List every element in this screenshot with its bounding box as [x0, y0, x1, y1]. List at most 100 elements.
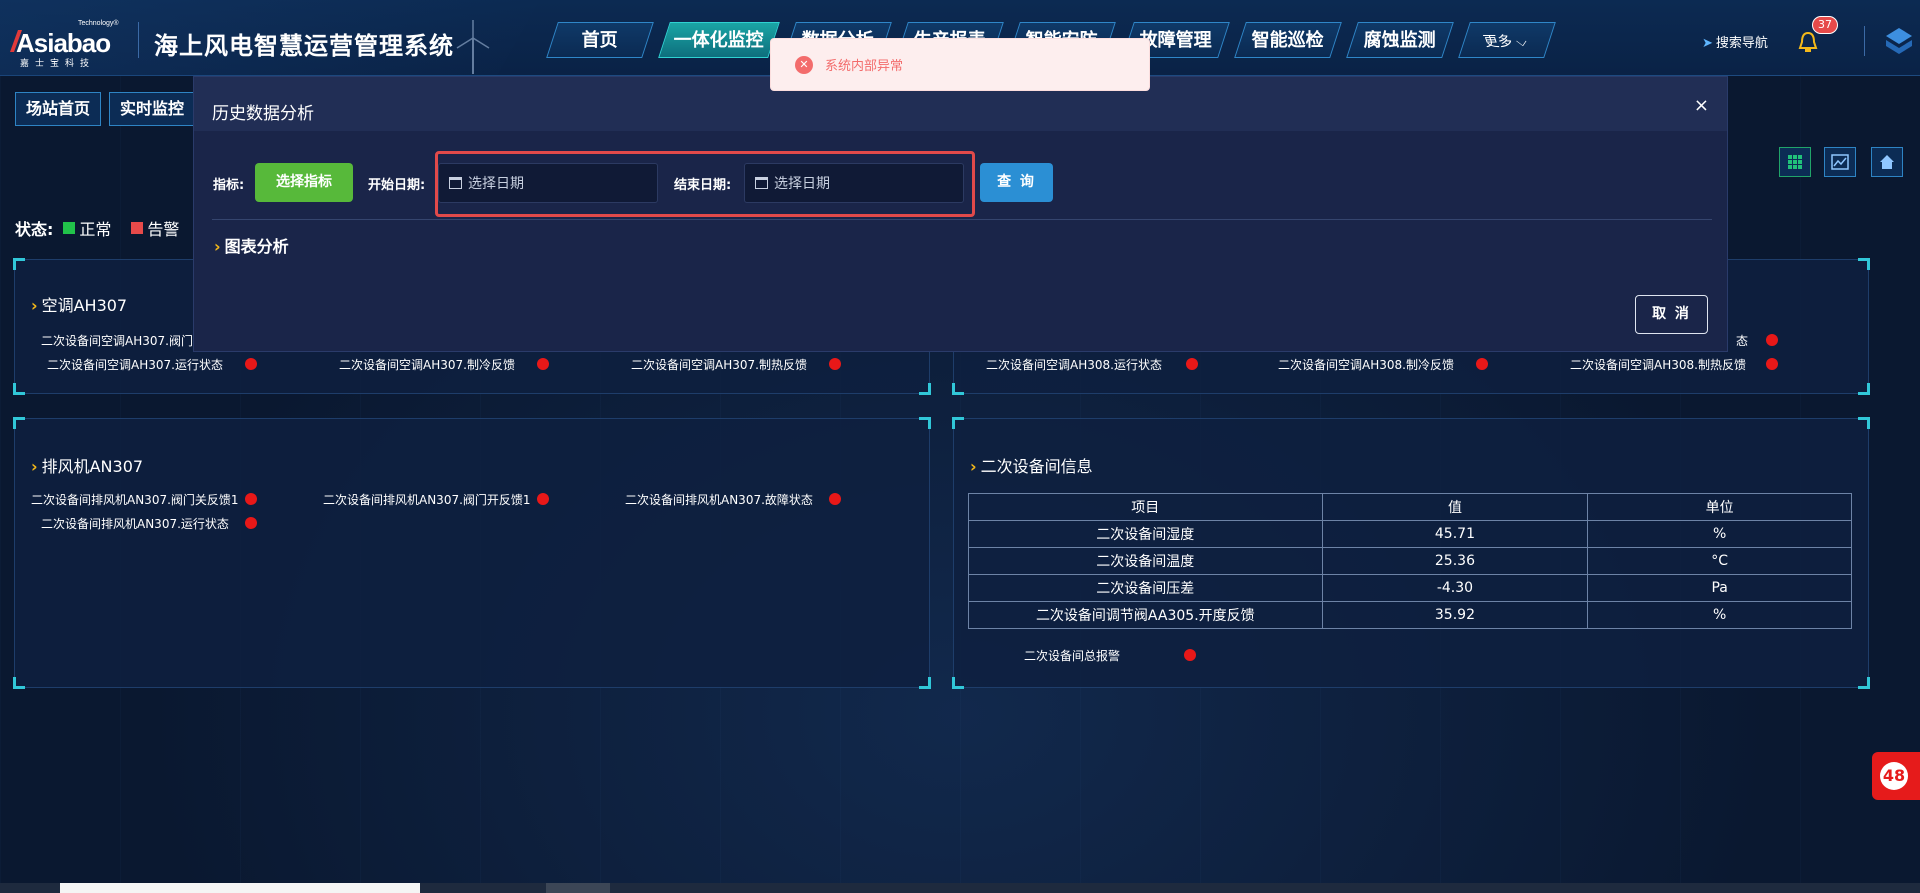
- panel-corner: [919, 417, 931, 429]
- chevron-right-icon: ›: [31, 457, 38, 476]
- header-separator-right: [1864, 26, 1865, 56]
- status-dot: [537, 493, 549, 505]
- point-label: 二次设备间排风机AN307.阀门关反馈1: [31, 493, 239, 507]
- user-avatar-icon[interactable]: [1884, 26, 1914, 58]
- system-title: 海上风电智慧运营管理系统: [154, 32, 454, 60]
- nav-smart-inspection[interactable]: 智能巡检: [1234, 22, 1342, 58]
- alarm-bell-icon[interactable]: [1796, 30, 1820, 54]
- table-cell: Pa: [1587, 574, 1852, 602]
- point-label: 二次设备间排风机AN307.运行状态: [41, 517, 229, 531]
- search-nav-label: 搜索导航: [1715, 36, 1768, 51]
- status-label: 状态:: [15, 220, 54, 239]
- subtab-realtime-monitoring[interactable]: 实时监控: [109, 92, 196, 126]
- panel-title: › 二次设备间信息: [970, 457, 1093, 476]
- normal-status-label: 正常: [79, 220, 112, 239]
- floating-alarm-count: 48: [1880, 762, 1908, 790]
- nav-home[interactable]: 首页: [546, 22, 654, 58]
- table-cell: °C: [1587, 547, 1852, 575]
- nav-more[interactable]: 更多 ⌵: [1458, 22, 1556, 58]
- panel-title: › 空调AH307: [31, 296, 128, 315]
- point-label: 二次设备间排风机AN307.故障状态: [625, 493, 813, 507]
- point-label: 二次设备间空调AH307.制冷反馈: [339, 358, 515, 372]
- logo-brand: Asiabao: [16, 28, 111, 58]
- table-cell: %: [1587, 601, 1852, 629]
- panel-corner: [919, 383, 931, 395]
- status-dot: [829, 493, 841, 505]
- taskbar-window: [546, 883, 610, 893]
- panel-corner: [952, 417, 964, 429]
- history-analysis-dialog: 历史数据分析 × 指标: 选择指标 开始日期: 选择日期 结束日期: 选择日期 …: [193, 76, 1728, 352]
- normal-status-swatch: [63, 222, 76, 234]
- subtab-station-home[interactable]: 场站首页: [15, 92, 102, 126]
- table-cell: 45.71: [1321, 520, 1589, 548]
- wind-turbine-icon: [456, 20, 490, 74]
- point-label: 二次设备间空调AH308.制冷反馈: [1278, 358, 1454, 372]
- panel-an307: › 排风机AN307 二次设备间排风机AN307.阀门关反馈1 二次设备间排风机A…: [13, 417, 931, 689]
- status-dot: [245, 517, 257, 529]
- point-label: 二次设备间空调AH307.阀门开: [41, 334, 205, 348]
- nav-corrosion-monitoring[interactable]: 腐蚀监测: [1346, 22, 1454, 58]
- grid-icon: [1788, 155, 1802, 169]
- panel-corner: [13, 677, 25, 689]
- toast-message: 系统内部异常: [825, 59, 904, 74]
- header-separator: [138, 22, 139, 58]
- query-button[interactable]: 查 询: [980, 163, 1053, 202]
- status-dot: [245, 493, 257, 505]
- alarm-status-label: 告警: [147, 220, 180, 239]
- panel-corner: [919, 677, 931, 689]
- table-cell: 二次设备间调节阀AA305.开度反馈: [968, 601, 1323, 629]
- date-range-highlight: [435, 151, 975, 217]
- panel-corner: [1858, 677, 1870, 689]
- select-indicator-button[interactable]: 选择指标: [255, 163, 353, 202]
- logo-brand-cn: 嘉士宝科技: [20, 59, 96, 69]
- info-table: 项目 值 单位 二次设备间湿度 45.71 % 二次设备间温度 25.36 °C…: [968, 493, 1852, 629]
- alarm-status-swatch: [131, 222, 144, 234]
- table-cell: 35.92: [1321, 601, 1589, 629]
- status-dot: [1184, 649, 1196, 661]
- close-icon[interactable]: ×: [1694, 95, 1709, 116]
- table-cell: -4.30: [1321, 574, 1589, 602]
- panel-corner: [13, 383, 25, 395]
- point-label: 二次设备间空调AH308.运行状态: [986, 358, 1162, 372]
- start-date-label: 开始日期:: [368, 178, 426, 193]
- indicator-label: 指标:: [213, 178, 245, 193]
- status-dot: [1766, 358, 1778, 370]
- paper-plane-icon: ➤: [1702, 36, 1713, 51]
- floating-alarm-button[interactable]: 48: [1872, 752, 1920, 800]
- column-header: 值: [1321, 493, 1589, 521]
- panel-corner: [1858, 258, 1870, 270]
- status-legend: 状态: 正常 告警: [15, 216, 179, 240]
- panel-title: › 排风机AN307: [31, 457, 144, 476]
- dialog-title: 历史数据分析: [212, 104, 314, 124]
- taskbar-window: [60, 883, 420, 893]
- table-header-row: 项目 值 单位: [968, 493, 1852, 521]
- error-toast: ✕ 系统内部异常: [770, 38, 1150, 91]
- cancel-button[interactable]: 取 消: [1635, 295, 1708, 334]
- line-chart-icon: [1831, 154, 1849, 170]
- panel-room-info: › 二次设备间信息 项目 值 单位 二次设备间湿度 45.71 % 二次设备间温度…: [952, 417, 1870, 689]
- point-label: 二次设备间排风机AN307.阀门开反馈1: [323, 493, 531, 507]
- table-cell: 二次设备间湿度: [968, 520, 1323, 548]
- panel-corner: [1858, 383, 1870, 395]
- nav-integrated-monitoring[interactable]: 一体化监控: [658, 22, 780, 58]
- chart-view-button[interactable]: [1824, 147, 1856, 177]
- home-view-button[interactable]: [1871, 147, 1903, 177]
- status-dot: [829, 358, 841, 370]
- grid-view-button[interactable]: [1779, 147, 1811, 177]
- alarm-count-badge: 37: [1812, 16, 1838, 34]
- status-dot: [1766, 334, 1778, 346]
- search-nav-link[interactable]: ➤ 搜索导航: [1702, 32, 1768, 51]
- panel-corner: [952, 383, 964, 395]
- point-label: 二次设备间空调AH307.运行状态: [47, 358, 223, 372]
- logo: Technology® Asiabao 嘉士宝科技: [9, 16, 124, 69]
- status-dot: [537, 358, 549, 370]
- point-label: 二次设备间空调AH308.制热反馈: [1570, 358, 1746, 372]
- table-row: 二次设备间温度 25.36 °C: [968, 547, 1852, 575]
- error-icon: ✕: [795, 55, 813, 74]
- total-alarm-label: 二次设备间总报警: [1024, 649, 1121, 663]
- logo-tech: Technology®: [78, 20, 119, 27]
- table-cell: 二次设备间温度: [968, 547, 1323, 575]
- table-row: 二次设备间压差 -4.30 Pa: [968, 574, 1852, 602]
- table-cell: %: [1587, 520, 1852, 548]
- panel-corner: [952, 677, 964, 689]
